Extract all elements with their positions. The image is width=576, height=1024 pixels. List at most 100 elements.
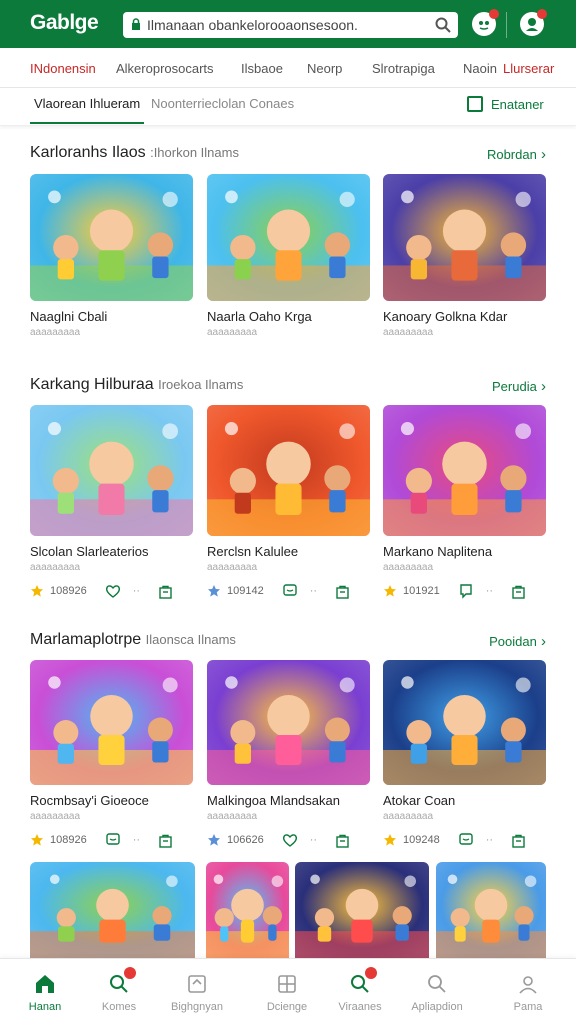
star-icon — [208, 585, 220, 597]
game-thumbnail[interactable] — [207, 405, 370, 536]
nav-item-apliapdion[interactable]: Apliapdion — [392, 967, 482, 1013]
chat-icon[interactable] — [458, 583, 474, 599]
game-thumbnail[interactable] — [206, 862, 289, 958]
tab-right[interactable]: Enataner — [467, 93, 544, 115]
rating-value: 101921 — [403, 585, 440, 597]
see-all-link[interactable]: Robrdan — [487, 146, 546, 163]
nav-item-pama[interactable]: Pama — [483, 967, 573, 1013]
category-tab[interactable]: Naoin — [463, 61, 497, 76]
game-subtitle: aaaaaaaaa — [383, 811, 434, 822]
search-icon — [426, 973, 448, 995]
nav-badge — [365, 967, 377, 979]
notifications-icon[interactable] — [472, 9, 499, 36]
nav-item-komes[interactable]: Komes — [74, 967, 164, 1013]
game-thumbnail[interactable] — [383, 405, 546, 536]
sub-tabs: Vlaorean Ihlueram Noonterrieclolan Conae… — [0, 88, 576, 126]
game-thumbnail[interactable] — [30, 174, 193, 301]
game-thumbnail[interactable] — [436, 862, 546, 958]
chat-icon[interactable] — [282, 583, 298, 599]
section-subtitle: Iroekoa Ilnams — [158, 377, 244, 392]
category-tab[interactable]: Llurserar — [503, 61, 554, 76]
tab-active[interactable]: Vlaorean Ihlueram — [29, 96, 145, 124]
game-card[interactable]: Atokar Coan aaaaaaaaa 109248 ·· — [383, 660, 546, 848]
game-art — [383, 405, 546, 536]
game-thumbnail[interactable] — [30, 660, 193, 785]
star-icon — [208, 834, 220, 846]
game-art — [383, 174, 546, 301]
game-thumbnail[interactable] — [30, 862, 195, 958]
rating-value: 109248 — [403, 834, 440, 846]
rating-value: 106626 — [227, 834, 264, 846]
game-art — [295, 862, 429, 958]
notification-badge — [489, 9, 499, 19]
more-icon[interactable]: ·· — [310, 585, 317, 597]
nav-label: Pama — [513, 1001, 543, 1013]
top-bar: Gablge — [0, 0, 576, 48]
game-art — [383, 660, 546, 785]
game-card[interactable]: Malkingoa Mlandsakan aaaaaaaaa 106626 ·· — [207, 660, 370, 848]
heart-icon[interactable] — [105, 583, 121, 599]
game-subtitle: aaaaaaaaa — [30, 327, 81, 338]
game-card[interactable]: Rocmbsay'i Gioeoce aaaaaaaaa 108926 ·· — [30, 660, 193, 848]
game-name: Kanoary Golkna Kdar — [383, 309, 508, 324]
chat-icon[interactable] — [458, 832, 474, 848]
category-tab[interactable]: Neorp — [307, 61, 342, 76]
game-card[interactable]: Markano Naplitena aaaaaaaaa 101921 ·· — [383, 405, 546, 599]
game-thumbnail[interactable] — [295, 862, 429, 958]
game-subtitle: aaaaaaaaa — [383, 327, 434, 338]
star-icon — [384, 834, 396, 846]
tab-inactive[interactable]: Noonterrieclolan Conaes — [151, 96, 294, 111]
see-all-link[interactable]: Pooidan — [489, 633, 546, 650]
game-meta: 106626 ·· — [207, 832, 370, 848]
nav-label: Apliapdion — [411, 1001, 463, 1013]
game-thumbnail[interactable] — [30, 405, 193, 536]
tab-right-label: Enataner — [491, 96, 544, 112]
category-tab[interactable]: Ilsbaoe — [241, 61, 283, 76]
game-art — [30, 174, 193, 301]
more-icon[interactable]: ·· — [486, 585, 493, 597]
game-meta: 109142 ·· — [207, 583, 370, 599]
gift-icon — [186, 973, 208, 995]
category-tab[interactable]: Alkeroprosocarts — [116, 61, 214, 76]
see-all-link[interactable]: Perudia — [492, 378, 546, 395]
game-card[interactable]: Naarla Oaho Krga aaaaaaaaa — [207, 174, 370, 338]
game-name: Markano Naplitena — [383, 544, 493, 559]
game-name: Naarla Oaho Krga — [207, 309, 312, 324]
game-card[interactable]: Naaglni Cbali aaaaaaaaa — [30, 174, 193, 338]
search-box[interactable] — [123, 12, 458, 38]
game-thumbnail[interactable] — [207, 174, 370, 301]
chat-icon[interactable] — [105, 832, 121, 848]
heart-icon[interactable] — [282, 832, 298, 848]
category-tab[interactable]: Slrotrapiga — [372, 61, 435, 76]
bag-icon[interactable] — [158, 584, 173, 599]
search-badge-icon — [108, 967, 136, 995]
game-thumbnail[interactable] — [207, 660, 370, 785]
profile-icon[interactable] — [520, 9, 547, 36]
more-icon[interactable]: ·· — [133, 834, 140, 846]
star-icon — [31, 834, 43, 846]
search-input[interactable] — [147, 14, 427, 36]
bag-icon[interactable] — [158, 833, 173, 848]
bag-icon[interactable] — [511, 584, 526, 599]
game-card[interactable]: Kanoary Golkna Kdar aaaaaaaaa — [383, 174, 546, 338]
more-icon[interactable]: ·· — [310, 834, 317, 846]
game-card[interactable]: Rerclsn Kalulee aaaaaaaaa 109142 ·· — [207, 405, 370, 599]
nav-label: Viraanes — [338, 1001, 382, 1013]
game-meta: 109248 ·· — [383, 832, 546, 848]
search-icon[interactable] — [434, 16, 452, 34]
game-name: Rerclsn Kalulee — [207, 544, 299, 559]
bag-icon[interactable] — [511, 833, 526, 848]
nav-item-bighgnyan[interactable]: Bighgnyan — [152, 967, 242, 1013]
game-thumbnail[interactable] — [383, 174, 546, 301]
game-subtitle: aaaaaaaaa — [207, 327, 258, 338]
section-subtitle: :Ihorkon Ilnams — [150, 145, 239, 160]
category-tab[interactable]: INdonensin — [30, 61, 96, 76]
more-icon[interactable]: ·· — [486, 834, 493, 846]
game-thumbnail[interactable] — [383, 660, 546, 785]
app-logo[interactable]: Gablge — [30, 11, 99, 35]
more-icon[interactable]: ·· — [133, 585, 140, 597]
star-icon — [31, 585, 43, 597]
bag-icon[interactable] — [335, 584, 350, 599]
bag-icon[interactable] — [335, 833, 350, 848]
game-card[interactable]: Slcolan Slarleaterios aaaaaaaaa 108926 ·… — [30, 405, 193, 599]
